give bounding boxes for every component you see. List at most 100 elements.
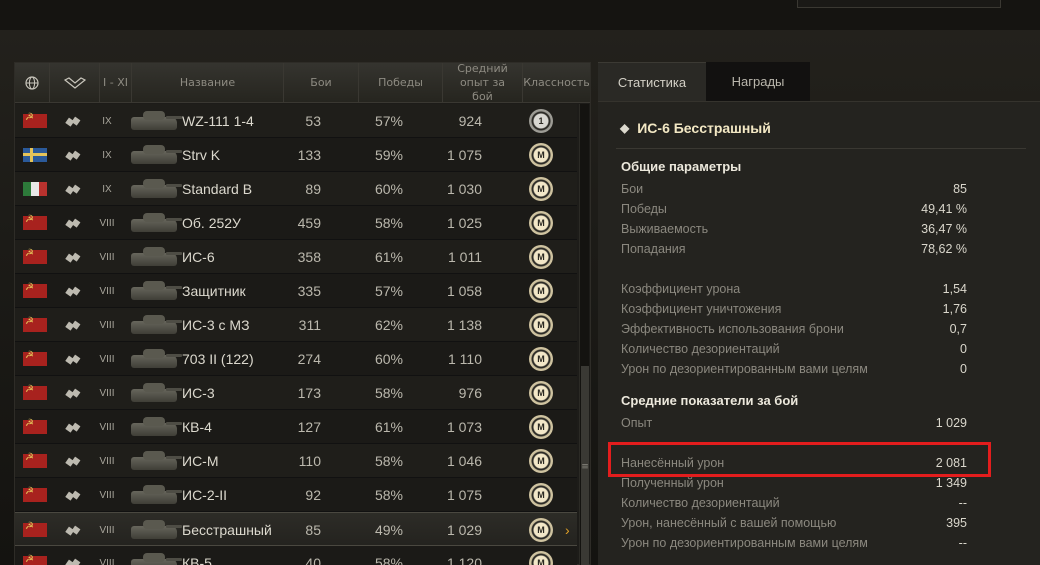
battles-cell: 133 xyxy=(297,147,321,163)
tier-cell: VIII xyxy=(99,557,115,565)
battles-cell: 173 xyxy=(297,385,321,401)
tier-sort-header[interactable]: I - XI xyxy=(100,63,132,103)
heavy-tank-class-icon: ◆◆ xyxy=(63,555,79,565)
battles-cell: 274 xyxy=(297,351,321,367)
wins-cell: 60% xyxy=(374,351,403,367)
divider xyxy=(616,148,1026,149)
table-row[interactable]: ◆◆VIIIЗащитник33557%1 058M xyxy=(15,274,577,308)
top-frame xyxy=(797,0,1001,8)
table-row[interactable]: ◆◆VIIIИС-2-II9258%1 075M xyxy=(15,478,577,512)
avg-xp-cell: 1 046 xyxy=(446,453,482,469)
battles-sort-header[interactable]: Бои xyxy=(284,63,359,103)
xp-sort-header[interactable]: Средний опыт за бой xyxy=(443,62,523,103)
nation-flag-icon xyxy=(23,410,47,444)
mastery-sort-header[interactable]: Классность xyxy=(523,63,590,103)
scrollbar[interactable]: ≡ xyxy=(579,104,589,565)
heavy-tank-class-icon: ◆◆ xyxy=(63,351,79,367)
avg-xp-cell: 1 029 xyxy=(446,522,482,538)
mastery-badge-icon: M xyxy=(526,444,556,478)
wins-cell: 59% xyxy=(374,147,403,163)
mastery-badge-icon: M xyxy=(526,206,556,240)
table-row[interactable]: ◆◆VIIIКВ-54058%1 120M xyxy=(15,546,577,565)
table-row[interactable]: ◆◆VIII703 II (122)27460%1 110M xyxy=(15,342,577,376)
battles-cell: 40 xyxy=(305,555,321,565)
stat-value: 36,47 % xyxy=(921,222,967,236)
heavy-tank-class-icon: ◆◆ xyxy=(63,453,79,469)
class-sort-header[interactable] xyxy=(50,63,100,103)
nation-sort-header[interactable] xyxy=(15,63,50,103)
xp-header-label: Средний опыт за бой xyxy=(457,62,508,103)
tier-cell: VIII xyxy=(99,217,115,229)
heavy-tank-class-icon: ◆◆ xyxy=(63,317,79,333)
stat-row: Коэффициент уничтожения 1,76 xyxy=(621,299,967,319)
wins-cell: 60% xyxy=(374,181,403,197)
table-row[interactable]: ◆◆ IX Standard B 89 60% 1 030 M xyxy=(15,172,577,206)
table-row[interactable]: ◆◆VIIIИС-317358%976M xyxy=(15,376,577,410)
mastery-badge-icon: M xyxy=(526,172,556,206)
battles-cell: 53 xyxy=(305,113,321,129)
vehicle-table: I - XI Название Бои Победы Средний опыт … xyxy=(14,62,591,565)
stat-value: 49,41 % xyxy=(921,202,967,216)
stat-label: Урон по дезориентированным вами целям xyxy=(621,362,868,376)
table-row[interactable]: ◆◆VIIIБесстрашный8549%1 029M› xyxy=(15,512,577,546)
stat-label: Коэффициент урона xyxy=(621,282,741,296)
stat-row: Победы 49,41 % xyxy=(621,199,967,219)
table-row[interactable]: ◆◆ IX Strv K 133 59% 1 075 M xyxy=(15,138,577,172)
tier-cell: VIII xyxy=(99,353,115,365)
heavy-tank-class-icon: ◆◆ xyxy=(63,385,79,401)
heavy-tank-class-icon: ◆◆ xyxy=(63,522,79,538)
stat-label: Количество дезориентаций xyxy=(621,342,780,356)
stats-panel: ◆ ИС-6 Бесстрашный Общие параметры Бои 85… xyxy=(598,101,1040,565)
battles-cell: 311 xyxy=(298,317,321,333)
table-row[interactable]: ◆◆VIIIОб. 252У45958%1 025M xyxy=(15,206,577,240)
wins-sort-header[interactable]: Победы xyxy=(359,63,443,103)
general-section-title: Общие параметры xyxy=(621,159,742,174)
mastery-badge-icon: M xyxy=(526,546,556,565)
stat-row: Бои 85 xyxy=(621,179,967,199)
mastery-badge-icon: M xyxy=(526,274,556,308)
tier-cell: VIII xyxy=(99,319,115,331)
heavy-tank-class-icon: ◆◆ xyxy=(63,113,79,129)
stats-tabs: Статистика Награды xyxy=(598,62,1040,102)
mastery-badge-icon: M xyxy=(526,308,556,342)
stat-row: Количество дезориентаций 0 xyxy=(621,339,967,359)
avg-xp-cell: 1 073 xyxy=(446,419,482,435)
tier-cell: IX xyxy=(102,183,112,195)
chevron-right-icon: › xyxy=(565,522,570,538)
tab-statistics[interactable]: Статистика xyxy=(598,62,706,101)
stat-value: 0,7 xyxy=(949,322,967,336)
heavy-tank-icon: ◆ xyxy=(620,121,630,135)
avg-xp-cell: 1 138 xyxy=(446,317,482,333)
battles-cell: 358 xyxy=(297,249,321,265)
avg-xp-cell: 1 075 xyxy=(446,487,482,503)
battles-cell: 459 xyxy=(297,215,321,231)
tab-awards[interactable]: Награды xyxy=(706,62,810,101)
avg-xp-cell: 976 xyxy=(458,385,482,401)
tier-cell: VIII xyxy=(99,285,115,297)
wins-cell: 49% xyxy=(374,522,403,538)
tier-cell: IX xyxy=(102,115,112,127)
heavy-tank-class-icon: ◆◆ xyxy=(63,215,79,231)
wins-cell: 61% xyxy=(374,249,403,265)
table-row[interactable]: ◆◆VIIIИС-635861%1 011M xyxy=(15,240,577,274)
table-row[interactable]: ◆◆IXWZ-111 1-45357%9241 xyxy=(15,104,577,138)
name-sort-header[interactable]: Название xyxy=(132,63,284,103)
nation-flag-icon xyxy=(23,104,47,138)
tier-cell: VIII xyxy=(99,489,115,501)
vehicle-title: ◆ ИС-6 Бесстрашный xyxy=(620,120,771,136)
stat-label: Опыт xyxy=(621,416,653,430)
mastery-badge-icon: M xyxy=(526,240,556,274)
table-row[interactable]: ◆◆VIIIИС-М11058%1 046M xyxy=(15,444,577,478)
stat-value: -- xyxy=(958,536,967,550)
battles-cell: 92 xyxy=(305,487,321,503)
nation-flag-icon xyxy=(23,206,47,240)
nation-flag-icon xyxy=(23,513,47,547)
top-bar xyxy=(0,0,1040,30)
wins-cell: 57% xyxy=(374,283,403,299)
wins-cell: 58% xyxy=(374,215,403,231)
mastery-badge-icon: M xyxy=(526,138,556,172)
nation-flag-icon xyxy=(23,172,47,206)
table-row[interactable]: ◆◆VIIIИС-3 с МЗ31162%1 138M xyxy=(15,308,577,342)
avg-xp-cell: 1 120 xyxy=(446,555,482,565)
table-row[interactable]: ◆◆VIIIКВ-412761%1 073M xyxy=(15,410,577,444)
